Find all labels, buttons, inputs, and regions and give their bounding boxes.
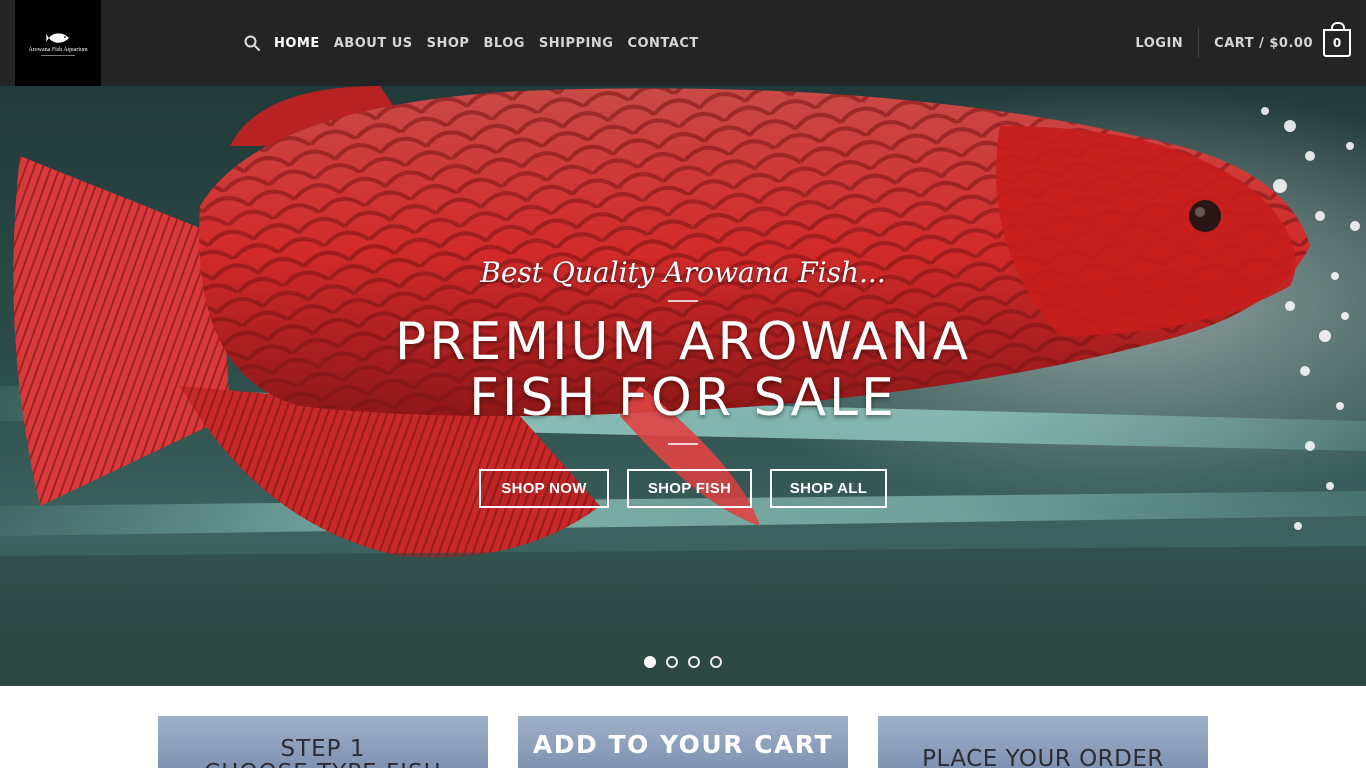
slider-dot-2[interactable] bbox=[666, 656, 678, 668]
step-card-2[interactable]: ADD TO YOUR CART bbox=[518, 716, 848, 768]
hero-divider-top bbox=[668, 300, 698, 302]
ordering-steps: STEP 1 CHOOSE TYPE FISH ADD TO YOUR CART… bbox=[0, 716, 1366, 768]
nav-item-shipping[interactable]: SHIPPING bbox=[539, 36, 614, 51]
site-header: Arowana Fish Aquarium HOME ABOUT US SHOP… bbox=[0, 0, 1366, 86]
step-1-subheading: CHOOSE TYPE FISH bbox=[158, 760, 488, 768]
shop-now-button[interactable]: SHOP NOW bbox=[479, 469, 609, 508]
step-card-3[interactable]: PLACE YOUR ORDER bbox=[878, 716, 1208, 768]
hero-title-line-1: PREMIUM AROWANA bbox=[394, 312, 972, 372]
hero-content: Best Quality Arowana Fish... PREMIUM ARO… bbox=[0, 86, 1366, 686]
nav-item-about-us[interactable]: ABOUT US bbox=[334, 36, 413, 51]
hero-slider: Best Quality Arowana Fish... PREMIUM ARO… bbox=[0, 86, 1366, 686]
shop-all-button[interactable]: SHOP ALL bbox=[770, 469, 887, 508]
account-nav: LOGIN CART / $0.00 0 bbox=[1135, 0, 1366, 86]
hero-buttons: SHOP NOW SHOP FISH SHOP ALL bbox=[0, 469, 1366, 508]
shop-fish-button[interactable]: SHOP FISH bbox=[627, 469, 752, 508]
slider-dot-4[interactable] bbox=[710, 656, 722, 668]
logo-underline bbox=[41, 54, 75, 56]
step-2-heading: ADD TO YOUR CART bbox=[532, 730, 834, 759]
slider-dot-3[interactable] bbox=[688, 656, 700, 668]
slider-dot-1[interactable] bbox=[644, 656, 656, 668]
step-1-heading: STEP 1 bbox=[280, 736, 366, 762]
header-divider bbox=[1198, 28, 1200, 58]
slider-dots bbox=[0, 656, 1366, 668]
login-link[interactable]: LOGIN bbox=[1135, 36, 1198, 51]
step-3-heading: PLACE YOUR ORDER bbox=[922, 746, 1164, 768]
cart-link[interactable]: CART / $0.00 bbox=[1214, 36, 1313, 51]
nav-item-shop[interactable]: SHOP bbox=[427, 36, 470, 51]
main-nav: HOME ABOUT US SHOP BLOG SHIPPING CONTACT bbox=[244, 0, 713, 86]
site-logo[interactable]: Arowana Fish Aquarium bbox=[15, 0, 101, 86]
search-icon[interactable] bbox=[244, 35, 260, 51]
fish-logo-icon bbox=[46, 32, 69, 43]
nav-item-blog[interactable]: BLOG bbox=[483, 36, 524, 51]
logo-text: Arowana Fish Aquarium bbox=[28, 46, 88, 53]
hero-title: PREMIUM AROWANA FISH FOR SALE bbox=[0, 314, 1366, 426]
cart-count-badge[interactable]: 0 bbox=[1323, 22, 1351, 57]
nav-item-contact[interactable]: CONTACT bbox=[627, 36, 698, 51]
hero-title-line-2: FISH FOR SALE bbox=[469, 368, 897, 428]
hero-divider-bottom bbox=[668, 443, 698, 445]
hero-tagline: Best Quality Arowana Fish... bbox=[480, 256, 886, 289]
nav-item-home[interactable]: HOME bbox=[274, 36, 320, 51]
step-card-1[interactable]: STEP 1 CHOOSE TYPE FISH bbox=[158, 716, 488, 768]
